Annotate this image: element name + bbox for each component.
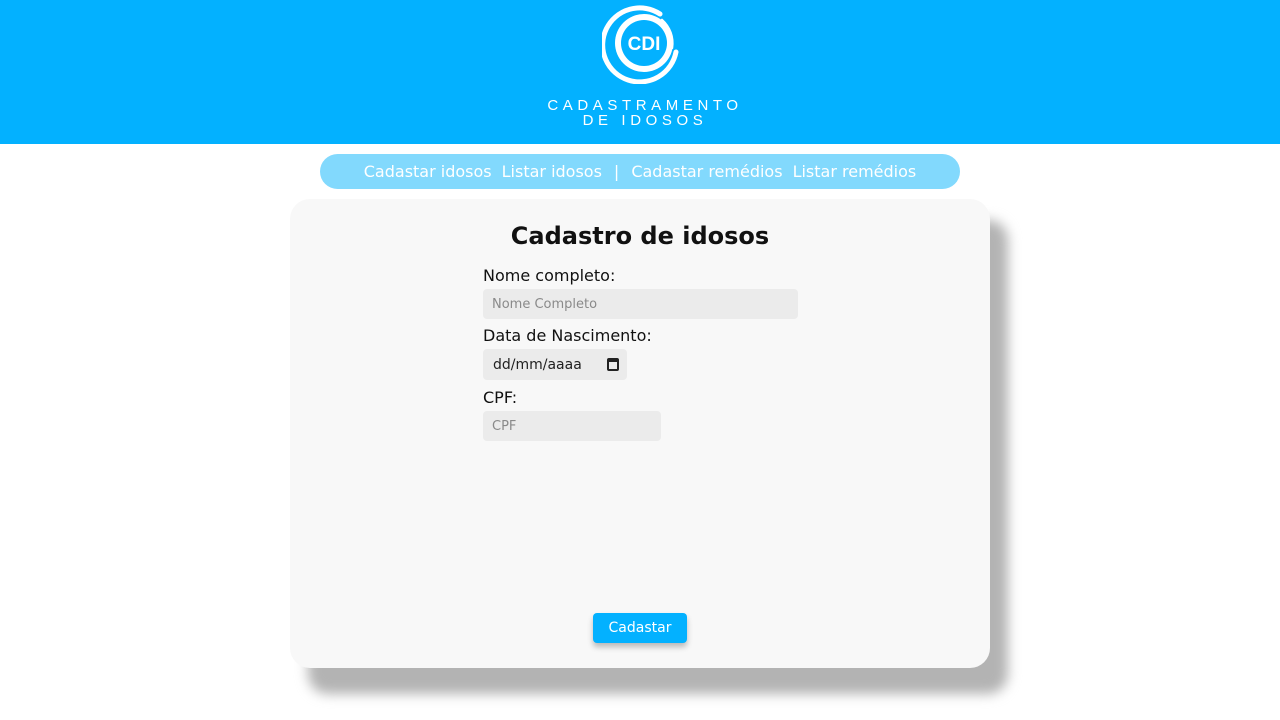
nav-listar-remedios[interactable]: Listar remédios bbox=[793, 162, 917, 181]
nav-listar-idosos[interactable]: Listar idosos bbox=[502, 162, 602, 181]
name-input[interactable] bbox=[483, 289, 798, 319]
cdi-logo: CDI bbox=[602, 4, 682, 84]
logo-caption-line2: de idosos bbox=[582, 112, 708, 129]
cpf-input[interactable] bbox=[483, 411, 661, 441]
nav-cadastrar-remedios[interactable]: Cadastar remédios bbox=[631, 162, 782, 181]
calendar-icon[interactable] bbox=[607, 358, 619, 371]
header-banner: CDI Cadastramento de idosos bbox=[0, 0, 1280, 144]
birthdate-format: dd/mm/aaaa bbox=[493, 356, 582, 373]
birthdate-input[interactable]: dd/mm/aaaa bbox=[483, 349, 627, 380]
birthdate-label: Data de Nascimento: bbox=[483, 326, 652, 345]
logo-caption: Cadastramento de idosos bbox=[500, 98, 790, 128]
logo-text: CDI bbox=[628, 34, 661, 55]
nav-separator: | bbox=[613, 162, 620, 181]
cpf-label: CPF: bbox=[483, 388, 518, 407]
logo-caption-line1: Cadastramento bbox=[547, 97, 743, 114]
name-label: Nome completo: bbox=[483, 266, 616, 285]
nav-cadastrar-idosos[interactable]: Cadastar idosos bbox=[364, 162, 492, 181]
main-nav: Cadastar idosos Listar idosos | Cadastar… bbox=[320, 154, 960, 189]
form-title: Cadastro de idosos bbox=[510, 222, 770, 250]
cadastrar-button[interactable]: Cadastar bbox=[593, 613, 687, 643]
